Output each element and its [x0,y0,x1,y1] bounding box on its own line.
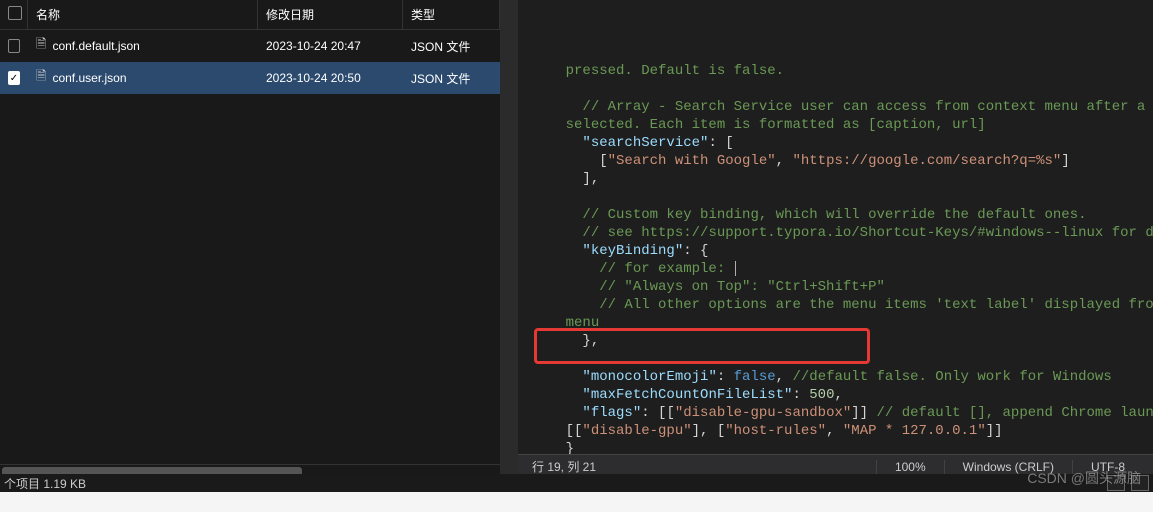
view-tiles-icon[interactable] [1131,475,1149,491]
file-date: 2023-10-24 20:47 [258,39,403,53]
taskbar [0,492,1153,512]
line-ending[interactable]: Windows (CRLF) [944,460,1072,474]
file-explorer-panel: 名称 修改日期 类型 🗎 conf.default.json 2023-10-24 … [0,0,500,478]
explorer-status-bar: 个项目 1.19 KB [0,474,1153,492]
file-icon: 🗎 [36,35,46,57]
cursor-position[interactable]: 行 19, 列 21 [528,458,876,475]
file-icon: 🗎 [36,67,46,89]
file-type: JSON 文件 [403,70,500,87]
header-name[interactable]: 名称 [28,0,258,29]
split-divider[interactable] [500,0,518,478]
file-type: JSON 文件 [403,38,500,55]
file-name: conf.user.json [52,71,126,85]
file-list: 🗎conf.default.json2023-10-24 20:47JSON 文… [0,30,500,464]
file-encoding[interactable]: UTF-8 [1072,460,1143,474]
file-list-header: 名称 修改日期 类型 [0,0,500,30]
file-date: 2023-10-24 20:50 [258,71,403,85]
header-checkbox[interactable] [0,0,28,29]
zoom-level[interactable]: 100% [876,460,944,474]
header-date[interactable]: 修改日期 [258,0,403,29]
header-type[interactable]: 类型 [403,0,500,29]
editor-panel: pressed. Default is false. // Array - Se… [518,0,1153,478]
file-row[interactable]: ✓ 🗎 conf.user.json 2023-10-24 20:50JSON 文件 [0,62,500,94]
file-row[interactable]: 🗎 conf.default.json 2023-10-24 20:47JSON 文… [0,30,500,62]
selection-info: 个项目 1.19 KB [4,475,1107,492]
code-editor[interactable]: pressed. Default is false. // Array - Se… [518,0,1153,454]
select-all-checkbox[interactable] [8,6,22,20]
row-checkbox[interactable]: ✓ [8,71,20,85]
file-name: conf.default.json [52,39,139,53]
view-details-icon[interactable] [1107,475,1125,491]
row-checkbox[interactable] [8,39,20,53]
